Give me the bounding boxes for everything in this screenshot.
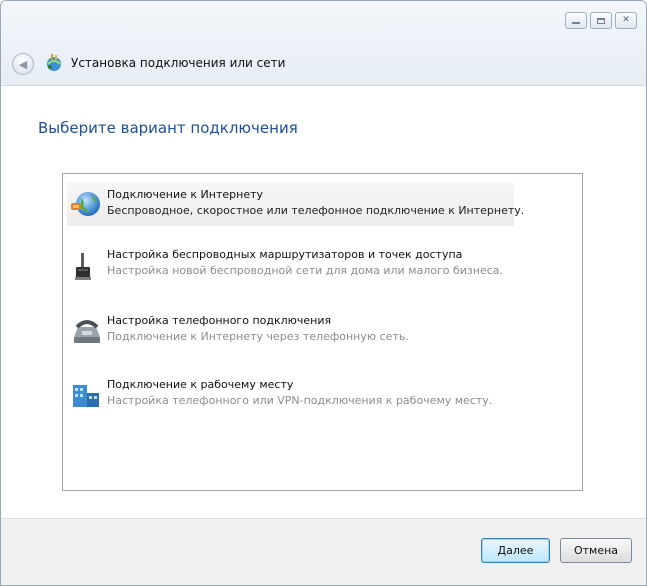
option-title: Подключение к рабочему месту — [107, 378, 294, 391]
network-setup-icon — [47, 54, 61, 71]
option-description: Беспроводное, скоростное или телефонное … — [107, 204, 525, 217]
back-button[interactable]: ◀ — [12, 53, 34, 75]
minimize-icon — [572, 22, 580, 24]
minimize-button[interactable] — [565, 12, 587, 29]
option-title: Настройка беспроводных маршрутизаторов и… — [107, 248, 463, 261]
option-title: Подключение к Интернету — [107, 188, 264, 201]
workplace-building-icon — [73, 385, 99, 407]
globe-network-icon — [71, 192, 100, 216]
option-description: Настройка новой беспроводной сети для до… — [107, 264, 504, 277]
cancel-button[interactable]: Отмена — [560, 538, 632, 563]
option-description: Настройка телефонного или VPN-подключени… — [107, 394, 493, 407]
option-wireless-router-setup[interactable]: Настройка беспроводных маршрутизаторов и… — [67, 242, 514, 286]
next-button[interactable]: Далее — [481, 538, 550, 563]
window-title: Установка подключения или сети — [71, 56, 286, 70]
dialog-window: ✕ ◀ Установка подключения или сети Выбер… — [0, 0, 647, 586]
close-icon: ✕ — [622, 15, 630, 25]
option-dialup-setup[interactable]: Настройка телефонного подключения Подклю… — [67, 308, 514, 352]
page-heading: Выберите вариант подключения — [38, 119, 298, 137]
dialog-footer: Далее Отмена — [1, 518, 646, 585]
connection-options-list: Подключение к Интернету Беспроводное, ск… — [62, 173, 583, 491]
caption-buttons: ✕ — [565, 12, 637, 29]
maximize-icon — [597, 17, 605, 24]
back-arrow-icon: ◀ — [18, 57, 28, 71]
telephone-modem-icon — [74, 320, 100, 343]
maximize-button[interactable] — [590, 12, 612, 29]
option-internet-connection[interactable]: Подключение к Интернету Беспроводное, ск… — [67, 182, 524, 226]
title-bar: ✕ ◀ Установка подключения или сети — [1, 1, 646, 86]
option-workplace-connection[interactable]: Подключение к рабочему месту Настройка т… — [67, 372, 514, 416]
option-title: Настройка телефонного подключения — [107, 314, 332, 327]
wireless-router-icon — [75, 253, 91, 280]
option-description: Подключение к Интернету через телефонную… — [107, 330, 409, 343]
close-button[interactable]: ✕ — [615, 12, 637, 29]
